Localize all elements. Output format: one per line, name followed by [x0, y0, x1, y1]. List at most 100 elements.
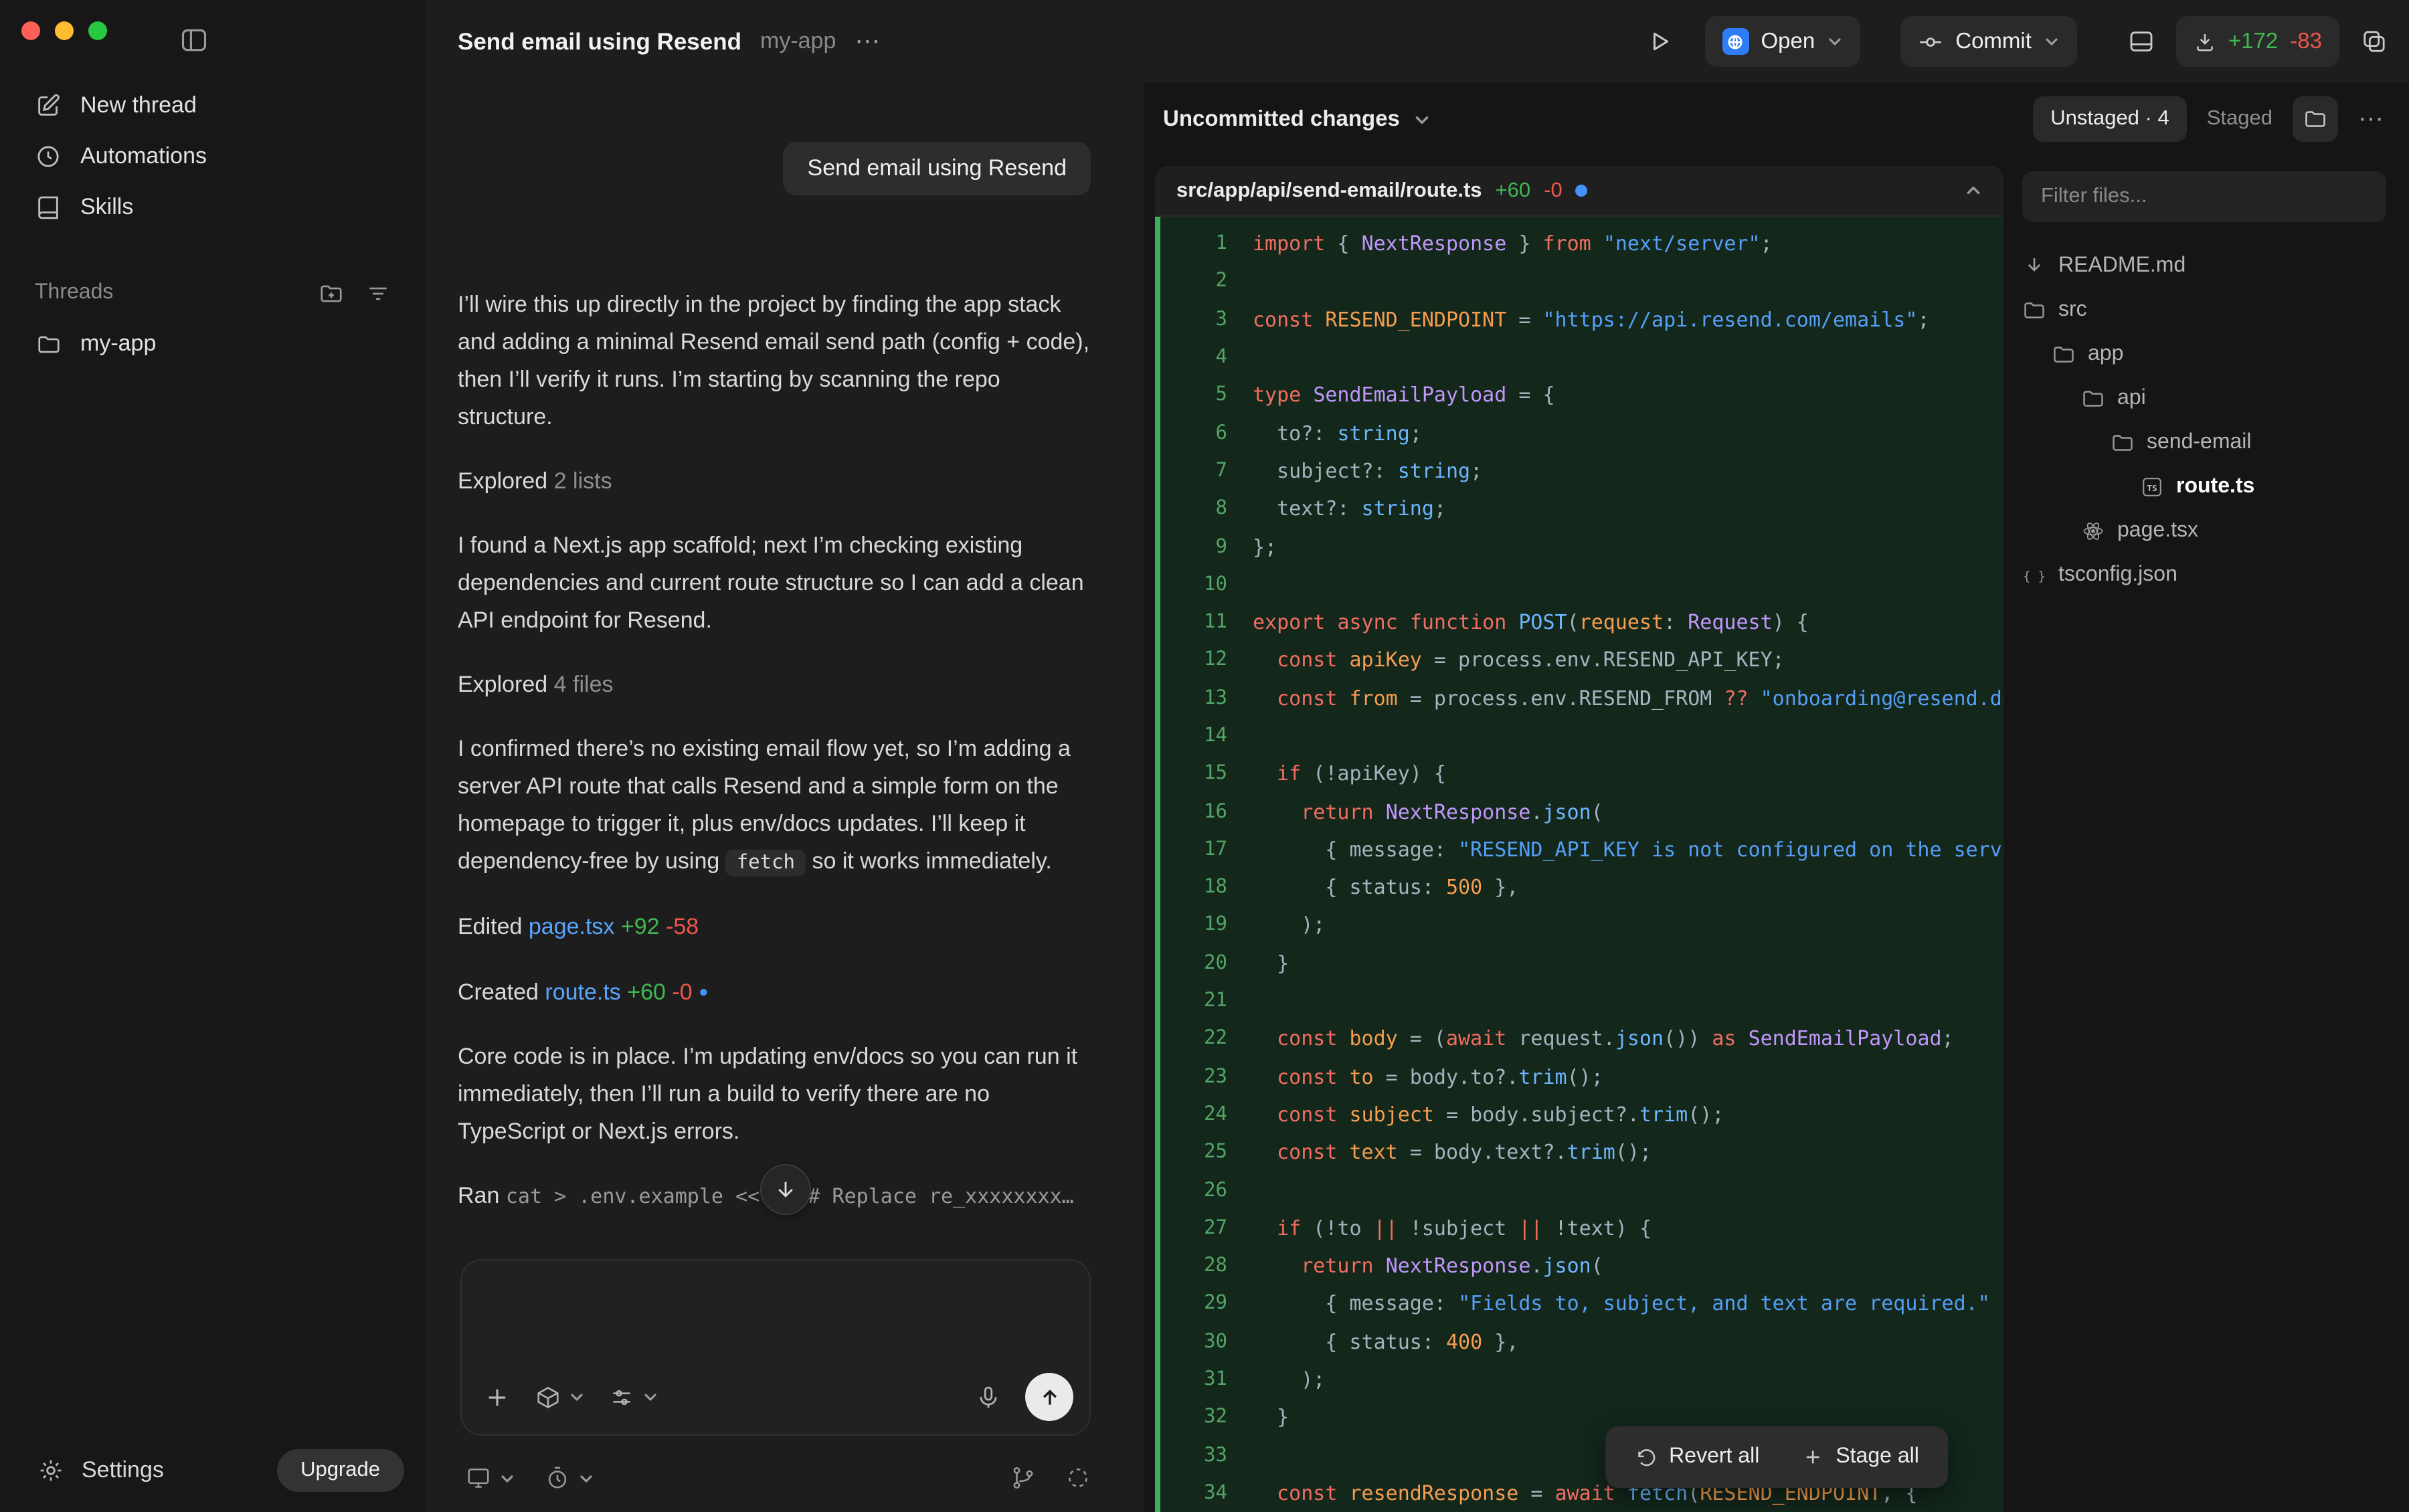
history-selector[interactable]	[545, 1465, 594, 1491]
code-line: 27 if (!to || !subject || !text) {	[1160, 1209, 2003, 1247]
sidebar: New thread Automations Skills Threads	[0, 0, 426, 1512]
new-folder-icon[interactable]	[319, 280, 344, 306]
code-line: 15 if (!apiKey) {	[1160, 755, 2003, 793]
file-view-toggle-button[interactable]	[2293, 96, 2338, 142]
file-tree-item-README.md[interactable]: README.md	[2022, 244, 2386, 288]
file-tree-item-route.ts[interactable]: TSroute.ts	[2022, 464, 2386, 508]
microphone-icon[interactable]	[976, 1384, 1001, 1410]
text-run: I’ll wire this up directly in the projec…	[458, 292, 1089, 430]
code-text: };	[1227, 535, 2003, 559]
line-number: 11	[1160, 611, 1227, 633]
diff-card: src/app/api/send-email/route.ts +60 -0 1…	[1155, 166, 2003, 1512]
environment-selector[interactable]	[466, 1465, 515, 1491]
file-tree-item-api[interactable]: api	[2022, 376, 2386, 420]
file-tree-label: app	[2088, 342, 2123, 366]
file-tree: README.mdsrc app apisend-emailTSroute.ts pa…	[2022, 244, 2386, 597]
line-number: 20	[1160, 953, 1227, 974]
diff-stats-button[interactable]: +172 -83	[2176, 16, 2339, 67]
sidebar-item-new-thread[interactable]: New thread	[13, 80, 412, 131]
assistant-paragraph: Created route.ts +60 -0 ●	[458, 973, 1091, 1012]
stage-all-button[interactable]: Stage all	[1781, 1426, 1941, 1488]
staged-tab[interactable]: Staged	[2207, 107, 2272, 131]
changes-title[interactable]: Uncommitted changes	[1163, 106, 1400, 132]
diff-file-header[interactable]: src/app/api/send-email/route.ts +60 -0	[1155, 166, 2003, 217]
sidebar-item-skills[interactable]: Skills	[13, 182, 412, 233]
compose-icon	[35, 92, 62, 119]
code-line: 11export async function POST(request: Re…	[1160, 603, 2003, 642]
line-number: 21	[1160, 990, 1227, 1012]
line-number: 3	[1160, 308, 1227, 330]
topbar-actions: Open Commit +172 -83	[1646, 16, 2388, 67]
minimize-window-button[interactable]	[55, 21, 74, 40]
file-link[interactable]: route.ts	[545, 979, 620, 1005]
bottom-panel-icon[interactable]	[2128, 28, 2155, 55]
open-button-label: Open	[1761, 29, 1815, 54]
code-text: return NextResponse.json(	[1227, 799, 2003, 824]
close-window-button[interactable]	[21, 21, 40, 40]
sidebar-toggle-button[interactable]	[179, 25, 209, 55]
open-button[interactable]: Open	[1705, 16, 1861, 67]
filter-files-input[interactable]	[2022, 171, 2386, 222]
split-view-icon[interactable]	[2361, 28, 2388, 55]
code-line: 23 const to = body.to?.trim();	[1160, 1058, 2003, 1096]
ts-icon: TS	[2140, 474, 2164, 498]
commit-button[interactable]: Commit	[1900, 16, 2077, 67]
text-run: Explored	[458, 672, 554, 697]
message-input-box[interactable]	[460, 1259, 1091, 1436]
code-line: 25 const text = body.text?.trim();	[1160, 1133, 2003, 1171]
file-tree-item-src[interactable]: src	[2022, 288, 2386, 332]
code-text: return NextResponse.json(	[1227, 1254, 2003, 1278]
status-circle-icon[interactable]	[1065, 1465, 1091, 1491]
zoom-window-button[interactable]	[88, 21, 107, 40]
upgrade-button[interactable]: Upgrade	[276, 1449, 404, 1492]
filter-sort-icon[interactable]	[365, 280, 391, 306]
stage-actions-bar: Revert all Stage all	[1605, 1426, 1949, 1488]
line-number: 27	[1160, 1218, 1227, 1239]
stopwatch-icon	[545, 1465, 570, 1491]
model-selector[interactable]	[535, 1384, 585, 1410]
file-link[interactable]: page.tsx	[529, 914, 615, 939]
file-tree-item-send-email[interactable]: send-email	[2022, 420, 2386, 464]
text-run	[660, 914, 666, 939]
unstaged-tab[interactable]: Unstaged · 4	[2033, 96, 2187, 142]
run-button[interactable]	[1646, 28, 1673, 55]
code-text: );	[1227, 1367, 2003, 1392]
scroll-to-bottom-button[interactable]	[760, 1164, 810, 1215]
code-line: 24 const subject = body.subject?.trim();	[1160, 1096, 2003, 1134]
sidebar-item-label: New thread	[80, 92, 197, 119]
git-branch-icon[interactable]	[1010, 1465, 1036, 1491]
folder-icon	[35, 330, 62, 357]
code-line: 7 subject?: string;	[1160, 452, 2003, 490]
folder-icon	[2303, 107, 2327, 131]
code-line: 4	[1160, 339, 2003, 377]
pull-changes-icon	[2194, 30, 2216, 53]
line-number: 24	[1160, 1104, 1227, 1125]
thread-item-my-app[interactable]: my-app	[13, 318, 412, 369]
text-run: Explored	[458, 468, 554, 494]
changes-panel: Uncommitted changes Unstaged · 4 Staged …	[1144, 83, 2409, 1512]
file-tree-label: page.tsx	[2117, 518, 2198, 543]
user-message-row: Send email using Resend	[458, 142, 1091, 195]
unsaved-dot	[1576, 185, 1588, 197]
send-button[interactable]	[1025, 1373, 1073, 1421]
code-text: { message: "Fields to, subject, and text…	[1227, 1292, 2003, 1316]
thread-menu-button[interactable]: ⋯	[855, 26, 881, 57]
file-tree-item-app[interactable]: app	[2022, 332, 2386, 376]
attach-plus-icon[interactable]	[483, 1383, 511, 1411]
changes-menu-button[interactable]: ⋯	[2358, 104, 2385, 134]
revert-all-button[interactable]: Revert all	[1613, 1426, 1781, 1488]
file-tree-item-page.tsx[interactable]: page.tsx	[2022, 508, 2386, 553]
line-number: 18	[1160, 876, 1227, 898]
code-line: 28 return NextResponse.json(	[1160, 1247, 2003, 1285]
settings-label[interactable]: Settings	[82, 1457, 164, 1484]
line-number: 34	[1160, 1483, 1227, 1504]
file-tree-item-tsconfig.json[interactable]: { }tsconfig.json	[2022, 553, 2386, 597]
text-run: I found a Next.js app scaffold; next I’m…	[458, 533, 1084, 633]
session-toolbar	[466, 1465, 1091, 1491]
sidebar-item-automations[interactable]: Automations	[13, 131, 412, 182]
line-number: 32	[1160, 1407, 1227, 1428]
code-line: 21	[1160, 982, 2003, 1020]
window-controls	[21, 21, 107, 40]
code-text: type SendEmailPayload = {	[1227, 383, 2003, 407]
tools-selector[interactable]	[609, 1384, 658, 1410]
